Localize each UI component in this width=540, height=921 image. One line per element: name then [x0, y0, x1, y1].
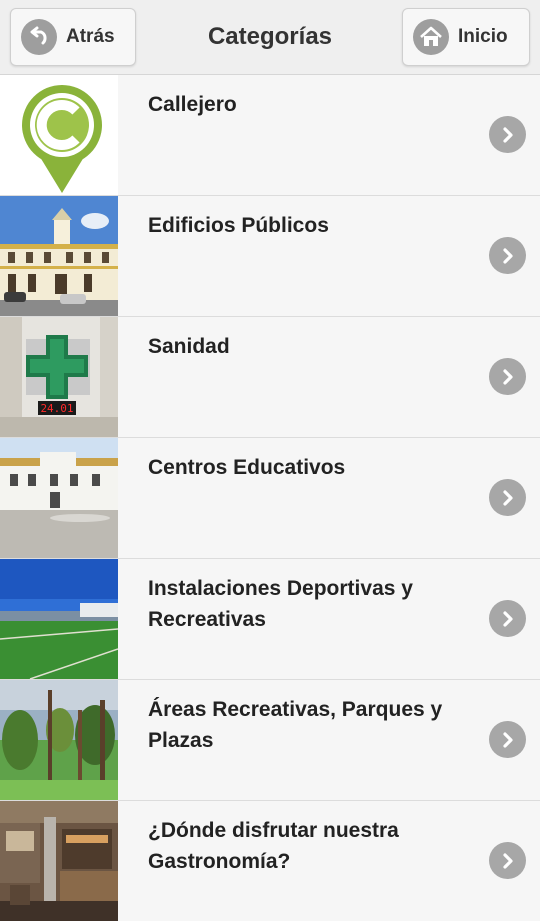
- back-arrow-icon: [21, 19, 57, 55]
- chevron-right-icon[interactable]: [489, 479, 526, 516]
- town-hall-photo: [0, 196, 118, 316]
- category-label: Sanidad: [148, 335, 230, 358]
- sports-field-photo: [0, 559, 118, 679]
- pharmacy-cross-photo: 24.01: [0, 317, 118, 437]
- category-row-callejero[interactable]: Callejero: [0, 75, 540, 196]
- category-row-areas-recreativas[interactable]: Áreas Recreativas, Parques y Plazas: [0, 680, 540, 801]
- map-pin-logo: [0, 75, 118, 195]
- category-label: Instalaciones Deportivas y Recreativas: [148, 577, 413, 631]
- restaurant-bar-photo: [0, 801, 118, 921]
- svg-text:24.01: 24.01: [40, 402, 73, 415]
- back-label: Atrás: [66, 26, 115, 47]
- category-label: Centros Educativos: [148, 456, 346, 479]
- category-row-edificios-publicos[interactable]: Edificios Públicos: [0, 196, 540, 317]
- chevron-right-icon[interactable]: [489, 358, 526, 395]
- category-label: Edificios Públicos: [148, 214, 329, 237]
- category-row-gastronomia[interactable]: ¿Dónde disfrutar nuestra Gastronomía?: [0, 801, 540, 921]
- category-row-sanidad[interactable]: 24.01 Sanidad: [0, 317, 540, 438]
- category-list: Callejero Edificios Públicos 24.01 Sanid…: [0, 75, 540, 921]
- chevron-right-icon[interactable]: [489, 721, 526, 758]
- category-row-centros-educativos[interactable]: Centros Educativos: [0, 438, 540, 559]
- category-label: Áreas Recreativas, Parques y Plazas: [148, 698, 443, 752]
- park-trees-photo: [0, 680, 118, 800]
- home-label: Inicio: [458, 26, 508, 47]
- school-building-photo: [0, 438, 118, 558]
- home-button[interactable]: Inicio: [402, 8, 530, 66]
- header-bar: Atrás Categorías Inicio: [0, 0, 540, 75]
- chevron-right-icon[interactable]: [489, 600, 526, 637]
- home-icon: [413, 19, 449, 55]
- chevron-right-icon[interactable]: [489, 116, 526, 153]
- category-label: Callejero: [148, 93, 237, 116]
- category-row-instalaciones-deportivas[interactable]: Instalaciones Deportivas y Recreativas: [0, 559, 540, 680]
- chevron-right-icon[interactable]: [489, 842, 526, 879]
- chevron-right-icon[interactable]: [489, 237, 526, 274]
- back-button[interactable]: Atrás: [10, 8, 136, 66]
- category-label: ¿Dónde disfrutar nuestra Gastronomía?: [148, 819, 399, 873]
